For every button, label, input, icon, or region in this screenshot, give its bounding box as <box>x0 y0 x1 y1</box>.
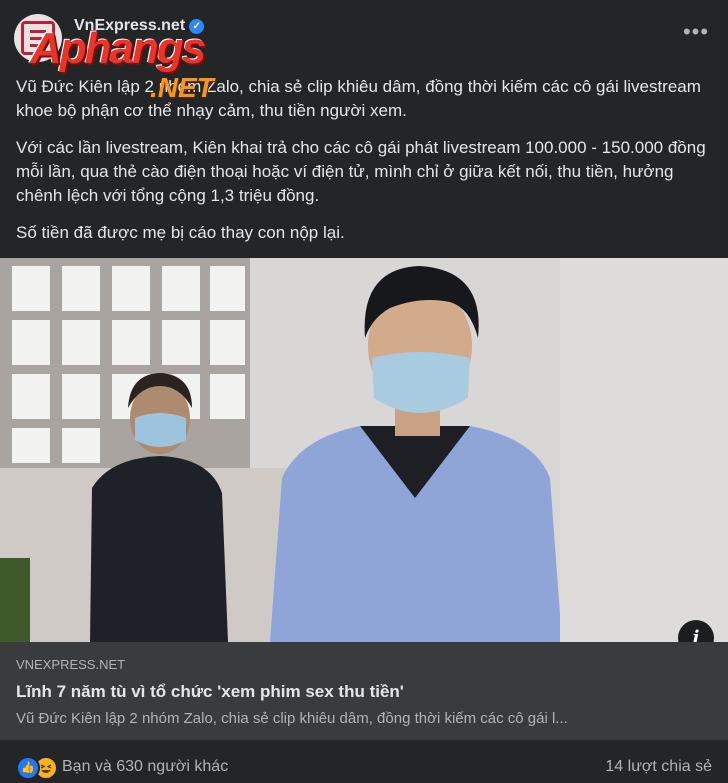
link-description: Vũ Đức Kiên lập 2 nhóm Zalo, chia sẻ cli… <box>16 710 568 727</box>
reactions-count[interactable]: Bạn và 630 người khác <box>62 758 228 776</box>
link-preview-image[interactable] <box>0 258 728 642</box>
link-title[interactable]: Lĩnh 7 năm tù vì tổ chức 'xem phim sex t… <box>16 682 404 702</box>
like-reaction-icon: 👍 <box>16 756 40 780</box>
shares-count[interactable]: 14 lượt chia sẻ <box>605 758 712 776</box>
courtroom-photo <box>0 258 728 642</box>
link-domain: VNEXPRESS.NET <box>16 657 126 672</box>
watermark-sub-text: .NET <box>150 72 214 103</box>
watermark-main-text: Aphangs <box>30 24 206 73</box>
post-paragraph: Số tiền đã được mẹ bị cáo thay con nộp l… <box>16 223 345 242</box>
more-options-button[interactable]: ••• <box>682 21 710 52</box>
post-paragraph: Với các lần livestream, Kiên khai trả ch… <box>16 138 706 205</box>
link-preview-card[interactable]: VNEXPRESS.NET Lĩnh 7 năm tù vì tổ chức '… <box>0 642 728 740</box>
post-footer: 👍 Bạn và 630 người khác 14 lượt chia sẻ <box>0 740 728 782</box>
watermark-logo: Aphangs .NET <box>30 24 260 104</box>
